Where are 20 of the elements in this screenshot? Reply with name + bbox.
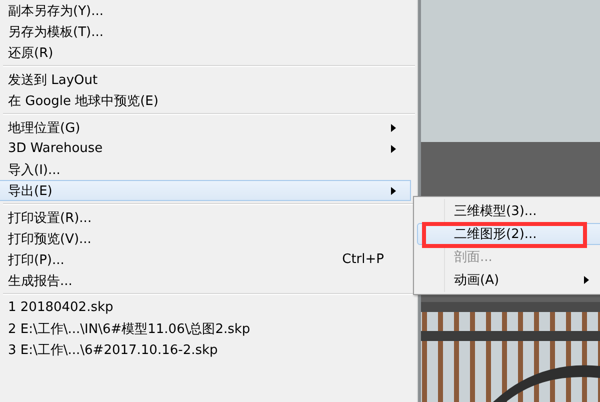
menu-item[interactable]: 导出(E) <box>0 180 411 201</box>
menu-item[interactable]: 另存为模板(T)... <box>0 21 411 42</box>
menu-item[interactable]: 生成报告... <box>0 270 411 291</box>
submenu-item[interactable]: 三维模型(3)... <box>417 200 600 222</box>
submenu-item[interactable]: 二维图形(2)... <box>417 223 600 245</box>
menu-item[interactable]: 发送到 LayOut <box>0 69 411 90</box>
menu-item[interactable]: 3D Warehouse <box>0 138 411 159</box>
menu-item[interactable]: 打印设置(R)... <box>0 207 411 228</box>
menu-item[interactable]: 2 E:\工作\...\IN\6#模型11.06\总图2.skp <box>0 318 411 339</box>
menu-item[interactable]: 1 20180402.skp <box>0 297 411 318</box>
shortcut-text: Ctrl+P <box>342 252 384 267</box>
submenu-item[interactable]: 动画(A) <box>417 269 600 291</box>
menu-item[interactable]: 在 Google 地球中预览(E) <box>0 90 411 111</box>
menu-item[interactable]: 地理位置(G) <box>0 117 411 138</box>
menu-item[interactable]: 打印预览(V)... <box>0 228 411 249</box>
menu-item[interactable]: 导入(I)... <box>0 159 411 180</box>
menu-item[interactable]: 副本另存为(Y)... <box>0 0 411 21</box>
menu-item[interactable]: 打印(P)... Ctrl+P <box>0 249 411 270</box>
menu-item[interactable]: 还原(R) <box>0 42 411 63</box>
menu-item[interactable]: 3 E:\工作\...\6#2017.10.16-2.skp <box>0 339 411 360</box>
